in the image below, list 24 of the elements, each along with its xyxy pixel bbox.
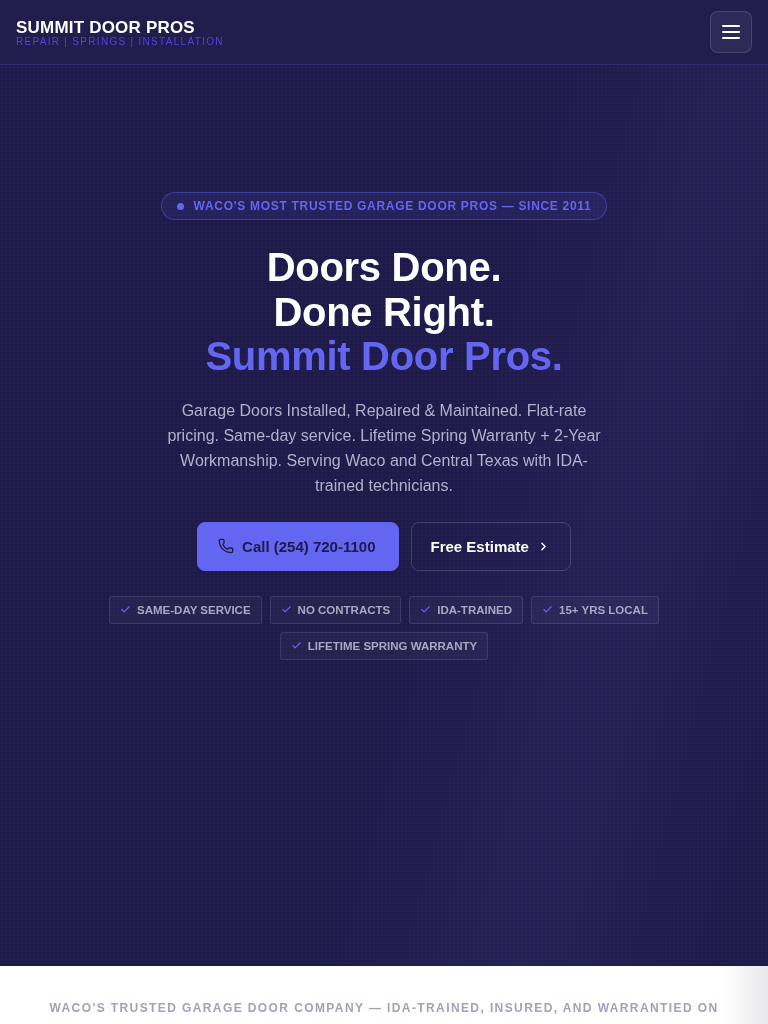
headline-line: Done Right. [273, 289, 495, 334]
dot-icon [176, 202, 184, 210]
logo-tagline: REPAIR | SPRINGS | INSTALLATION [16, 35, 224, 48]
check-icon [120, 604, 132, 615]
call-button[interactable]: Call (254) 720-1100 [197, 521, 399, 571]
feature-label: LIFETIME SPRING WARRANTY [307, 639, 478, 652]
check-icon [280, 604, 292, 615]
feature-label: NO CONTRACTS [297, 603, 391, 616]
feature-label: IDA-TRAINED [437, 603, 512, 616]
badge-text: WACO'S MOST TRUSTED GARAGE DOOR PROS — SINCE 2011 [193, 199, 592, 213]
feature-label: 15+ YRS LOCAL [559, 603, 648, 616]
feature-label: SAME-DAY SERVICE [137, 603, 251, 616]
menu-icon [722, 25, 740, 39]
check-icon [542, 604, 553, 615]
logo-text[interactable]: SUMMIT DOOR PROS [16, 18, 224, 36]
check-icon [420, 604, 432, 615]
estimate-button[interactable]: Free Estimate [410, 521, 571, 571]
headline-accent: Summit Door Pros. [205, 334, 563, 379]
trust-text: WACO'S TRUSTED GARAGE DOOR COMPANY — IDA-TRAINED, INSURED, AND WARRANTIED ON [49, 1000, 719, 1016]
menu-button[interactable] [710, 11, 752, 53]
check-icon [290, 640, 302, 651]
headline-line: Doors Done. [266, 245, 502, 290]
hero-description: Garage Doors Installed, Repaired & Maintained. Flat-rate pricing. Same-day service. Lifetime Spring Warranty + 2-Year Workmanship. Serving Waco and Central Texas with IDA-trained technicians. [166, 400, 602, 496]
phone-icon [218, 538, 235, 554]
